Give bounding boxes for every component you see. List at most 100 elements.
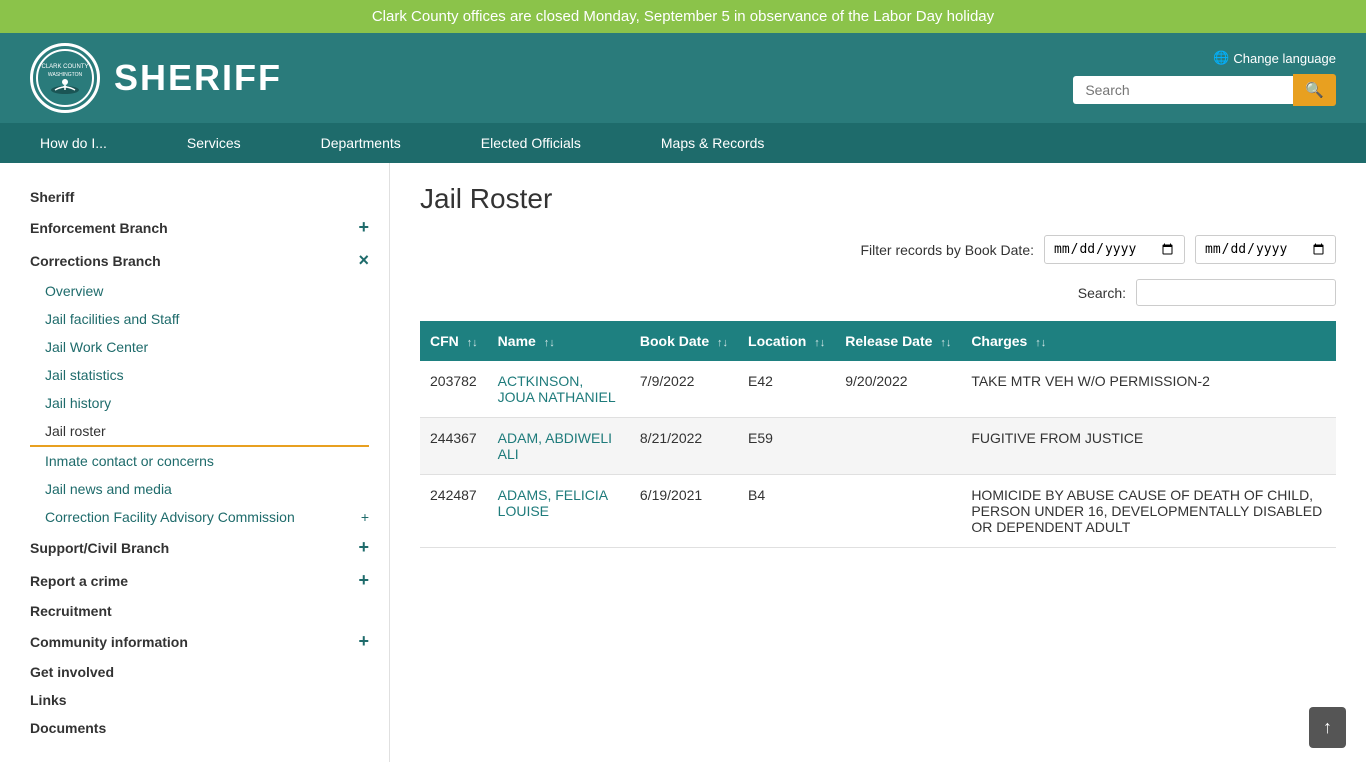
sidebar-sub-label-inmate-contact: Inmate contact or concerns — [45, 453, 214, 469]
sidebar-label-sheriff: Sheriff — [30, 189, 74, 205]
filter-date-to[interactable] — [1195, 235, 1336, 264]
sidebar-item-support-civil[interactable]: Support/Civil Branch + — [30, 531, 369, 564]
sidebar-item-report-crime[interactable]: Report a crime + — [30, 564, 369, 597]
filter-row: Filter records by Book Date: — [420, 235, 1336, 264]
sidebar-item-corrections-branch[interactable]: Corrections Branch × — [30, 244, 369, 277]
sidebar-sub-label-jail-facilities: Jail facilities and Staff — [45, 311, 179, 327]
cell-charges: HOMICIDE BY ABUSE CAUSE OF DEATH OF CHIL… — [961, 475, 1336, 548]
change-language-button[interactable]: 🌐 Change language — [1213, 50, 1336, 66]
sidebar: Sheriff Enforcement Branch + Corrections… — [0, 163, 390, 762]
sidebar-sub-label-jail-history: Jail history — [45, 395, 111, 411]
cell-charges: FUGITIVE FROM JUSTICE — [961, 418, 1336, 475]
cell-name[interactable]: ADAMS, FELICIA LOUISE — [488, 475, 630, 548]
header-search-button[interactable]: 🔍 — [1293, 74, 1336, 106]
cell-name[interactable]: ADAM, ABDIWELI ALI — [488, 418, 630, 475]
expand-icon-support: + — [358, 537, 369, 558]
cell-location: E59 — [738, 418, 835, 475]
sidebar-sub-label-jail-roster: Jail roster — [45, 423, 106, 439]
sidebar-sub-correction-advisory[interactable]: Correction Facility Advisory Commission … — [30, 503, 369, 531]
sidebar-item-sheriff[interactable]: Sheriff — [30, 183, 369, 211]
top-banner: Clark County offices are closed Monday, … — [0, 0, 1366, 33]
sidebar-item-enforcement-branch[interactable]: Enforcement Branch + — [30, 211, 369, 244]
header-left: CLARK COUNTY WASHINGTON SHERIFF — [30, 43, 282, 113]
sidebar-item-recruitment[interactable]: Recruitment — [30, 597, 369, 625]
inmate-name-link[interactable]: ADAMS, FELICIA LOUISE — [498, 487, 608, 519]
sidebar-sub-overview[interactable]: Overview — [30, 277, 369, 305]
svg-text:WASHINGTON: WASHINGTON — [48, 72, 83, 78]
sidebar-sub-jail-facilities[interactable]: Jail facilities and Staff — [30, 305, 369, 333]
cell-release-date — [835, 418, 961, 475]
jail-table: CFN ↑↓ Name ↑↓ Book Date ↑↓ Location ↑↓ — [420, 321, 1336, 548]
sort-arrows-release-date: ↑↓ — [940, 337, 951, 349]
sidebar-sub-label-jail-news: Jail news and media — [45, 481, 172, 497]
table-search-input[interactable] — [1136, 279, 1336, 306]
cell-location: B4 — [738, 475, 835, 548]
nav-item-elected-officials[interactable]: Elected Officials — [441, 123, 621, 163]
nav-item-services[interactable]: Services — [147, 123, 281, 163]
table-row: 244367 ADAM, ABDIWELI ALI 8/21/2022 E59 … — [420, 418, 1336, 475]
nav-item-departments[interactable]: Departments — [281, 123, 441, 163]
sort-arrows-cfn: ↑↓ — [467, 337, 478, 349]
sidebar-label-corrections-branch: Corrections Branch — [30, 253, 161, 269]
sidebar-sub-label-overview: Overview — [45, 283, 103, 299]
sidebar-sub-label-correction-advisory: Correction Facility Advisory Commission — [45, 509, 295, 525]
sidebar-sub-jail-statistics[interactable]: Jail statistics — [30, 361, 369, 389]
expand-icon-enforcement: + — [358, 217, 369, 238]
header-right: 🌐 Change language 🔍 — [1073, 50, 1336, 106]
sort-arrows-charges: ↑↓ — [1035, 337, 1046, 349]
filter-label: Filter records by Book Date: — [860, 242, 1034, 258]
sidebar-label-support-civil: Support/Civil Branch — [30, 540, 169, 556]
content-wrapper: Sheriff Enforcement Branch + Corrections… — [0, 163, 1366, 762]
sidebar-sub-label-jail-work-center: Jail Work Center — [45, 339, 148, 355]
inmate-name-link[interactable]: ADAM, ABDIWELI ALI — [498, 430, 612, 462]
col-release-date[interactable]: Release Date ↑↓ — [835, 321, 961, 361]
sidebar-sub-jail-news[interactable]: Jail news and media — [30, 475, 369, 503]
cell-cfn: 203782 — [420, 361, 488, 418]
col-book-date[interactable]: Book Date ↑↓ — [630, 321, 738, 361]
search-row: Search: — [420, 279, 1336, 306]
cell-book-date: 7/9/2022 — [630, 361, 738, 418]
svg-text:CLARK COUNTY: CLARK COUNTY — [41, 64, 88, 70]
sidebar-sub-jail-work-center[interactable]: Jail Work Center — [30, 333, 369, 361]
cell-book-date: 6/19/2021 — [630, 475, 738, 548]
cell-name[interactable]: ACTKINSON, JOUA NATHANIEL — [488, 361, 630, 418]
table-body: 203782 ACTKINSON, JOUA NATHANIEL 7/9/202… — [420, 361, 1336, 548]
cell-release-date — [835, 475, 961, 548]
sidebar-sub-jail-roster[interactable]: Jail roster — [30, 417, 369, 447]
cell-cfn: 242487 — [420, 475, 488, 548]
sidebar-item-get-involved[interactable]: Get involved — [30, 658, 369, 686]
inmate-name-link[interactable]: ACTKINSON, JOUA NATHANIEL — [498, 373, 616, 405]
page-title: Jail Roster — [420, 183, 1336, 215]
sidebar-label-get-involved: Get involved — [30, 664, 114, 680]
sort-arrows-name: ↑↓ — [544, 337, 555, 349]
table-row: 242487 ADAMS, FELICIA LOUISE 6/19/2021 B… — [420, 475, 1336, 548]
sidebar-sub-inmate-contact[interactable]: Inmate contact or concerns — [30, 447, 369, 475]
nav-item-how-do-i[interactable]: How do I... — [0, 123, 147, 163]
nav-item-maps-records[interactable]: Maps & Records — [621, 123, 804, 163]
search-label: Search: — [1078, 285, 1126, 301]
sidebar-sub-jail-history[interactable]: Jail history — [30, 389, 369, 417]
sidebar-item-documents[interactable]: Documents — [30, 714, 369, 742]
cell-location: E42 — [738, 361, 835, 418]
col-cfn[interactable]: CFN ↑↓ — [420, 321, 488, 361]
banner-text: Clark County offices are closed Monday, … — [372, 8, 994, 25]
header-search-bar: 🔍 — [1073, 74, 1336, 106]
table-header: CFN ↑↓ Name ↑↓ Book Date ↑↓ Location ↑↓ — [420, 321, 1336, 361]
collapse-icon-corrections: × — [358, 250, 369, 271]
cell-book-date: 8/21/2022 — [630, 418, 738, 475]
col-location[interactable]: Location ↑↓ — [738, 321, 835, 361]
sort-arrows-book-date: ↑↓ — [717, 337, 728, 349]
header-search-input[interactable] — [1073, 76, 1293, 104]
filter-date-from[interactable] — [1044, 235, 1185, 264]
col-charges[interactable]: Charges ↑↓ — [961, 321, 1336, 361]
expand-icon-report: + — [358, 570, 369, 591]
logo-circle: CLARK COUNTY WASHINGTON — [30, 43, 100, 113]
expand-icon-advisory: + — [361, 509, 369, 525]
sidebar-label-enforcement-branch: Enforcement Branch — [30, 220, 168, 236]
scroll-to-top-button[interactable]: ↑ — [1309, 707, 1346, 748]
col-name[interactable]: Name ↑↓ — [488, 321, 630, 361]
cell-cfn: 244367 — [420, 418, 488, 475]
sidebar-item-links[interactable]: Links — [30, 686, 369, 714]
sidebar-item-community-info[interactable]: Community information + — [30, 625, 369, 658]
expand-icon-community: + — [358, 631, 369, 652]
